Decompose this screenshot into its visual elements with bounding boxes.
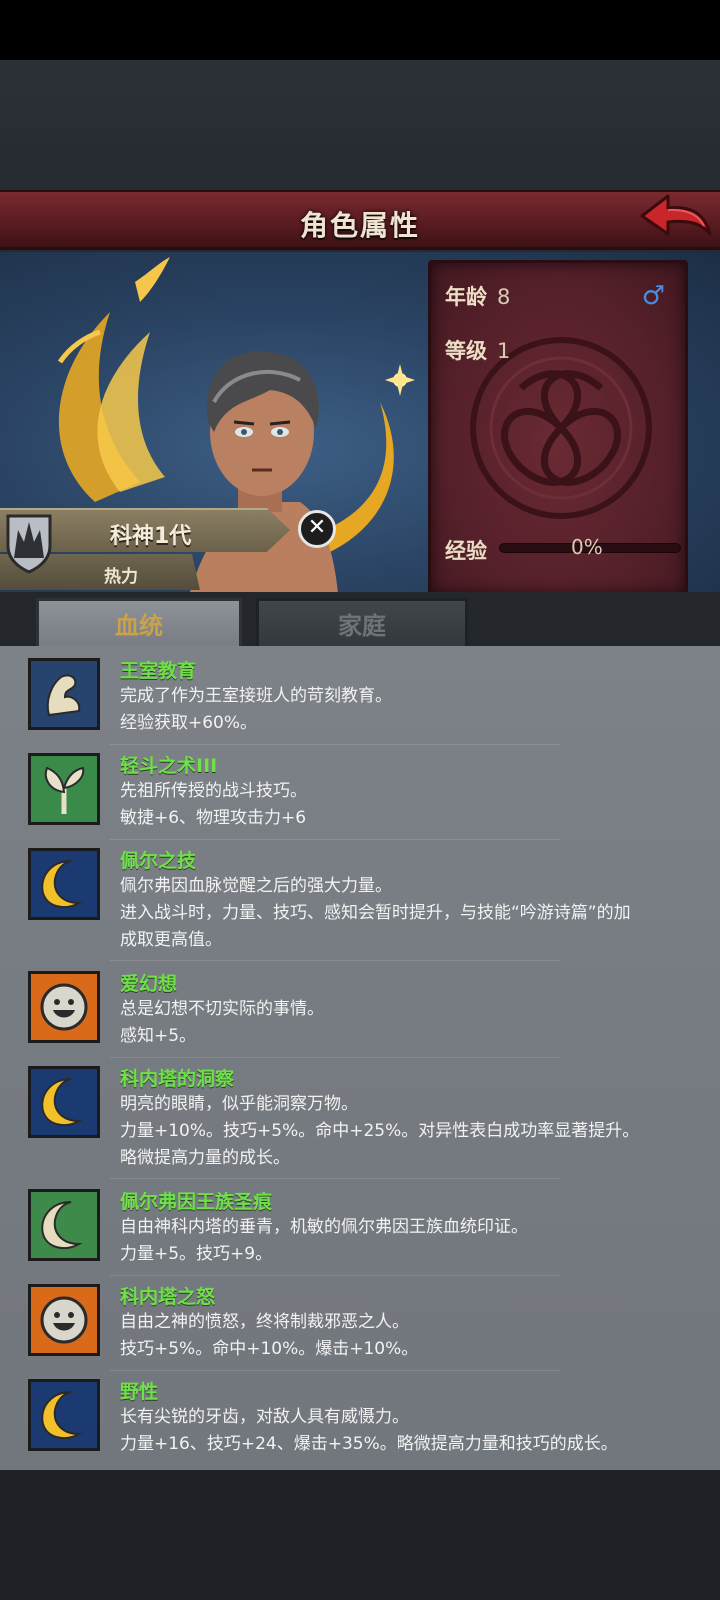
- trait-line: 长有尖锐的牙齿，对敌人具有威慑力。: [120, 1407, 409, 1427]
- trait-description: 自由神科内塔的垂青，机敏的佩尔弗因王族血统印证。 力量+5。技巧+9。: [120, 1214, 690, 1268]
- back-button[interactable]: [638, 190, 714, 244]
- trait-name: 爱幻想: [120, 973, 178, 995]
- trait-line: 进入战斗时，力量、技巧、感知会暂时提升，与技能“吟游诗篇”的加: [120, 903, 631, 923]
- character-name: 科神1代: [110, 524, 192, 549]
- stats-panel: 年龄 8 ♂ 等级 1 经验 0%: [428, 260, 688, 596]
- trait-description: 先祖所传授的战斗技巧。 敏捷+6、物理攻击力+6: [120, 778, 690, 832]
- trait-line: 力量+5。技巧+9。: [120, 1244, 273, 1264]
- trait-name: 科内塔的洞察: [120, 1068, 235, 1090]
- trait-line: 自由之神的愤怒，终将制裁邪恶之人。: [120, 1312, 409, 1332]
- navigation-bar: [0, 1470, 720, 1600]
- trait-description: 明亮的眼睛，似乎能洞察万物。 力量+10%。技巧+5%。命中+25%。对异性表白…: [120, 1091, 690, 1172]
- trait-description: 总是幻想不切实际的事情。 感知+5。: [120, 996, 690, 1050]
- age-label: 年龄: [445, 285, 487, 309]
- trait-name: 佩尔弗因王族圣痕: [120, 1191, 273, 1213]
- trait-description: 自由之神的愤怒，终将制裁邪恶之人。 技巧+5%。命中+10%。爆击+10%。: [120, 1309, 690, 1363]
- trait-line: 明亮的眼睛，似乎能洞察万物。: [120, 1094, 358, 1114]
- clan-shield-icon: [4, 512, 54, 574]
- page-title: 角色属性: [299, 209, 420, 242]
- tab-bloodline[interactable]: 血统: [36, 598, 242, 648]
- divider: [110, 744, 560, 745]
- smiley-face-icon: [28, 971, 100, 1043]
- trait-name: 科内塔之怒: [120, 1286, 216, 1308]
- crescent-moon-icon: [28, 1379, 100, 1451]
- trait-line: 总是幻想不切实际的事情。: [120, 999, 324, 1019]
- trait-name: 轻斗之术III: [120, 755, 218, 777]
- trait-line: 成取更高值。: [120, 930, 222, 950]
- divider: [110, 1057, 560, 1058]
- divider: [110, 1275, 560, 1276]
- trait-line: 力量+16、技巧+24、爆击+35%。略微提高力量和技巧的成长。: [120, 1434, 618, 1454]
- smiley-face-icon: [28, 1284, 100, 1356]
- back-arrow-icon: [640, 194, 712, 236]
- divider: [110, 839, 560, 840]
- sprout-icon: [28, 753, 100, 825]
- trait-line: 感知+5。: [120, 1026, 197, 1046]
- trait-line: 完成了作为王室接班人的苛刻教育。: [120, 686, 392, 706]
- exp-label: 经验: [445, 539, 487, 563]
- crescent-moon-icon: [28, 1066, 100, 1138]
- divider: [110, 960, 560, 961]
- close-button[interactable]: ✕: [298, 510, 336, 548]
- trait-line: 自由神科内塔的垂青，机敏的佩尔弗因王族血统印证。: [120, 1217, 528, 1237]
- header-bar: 角色属性: [0, 190, 720, 250]
- trait-description: 完成了作为王室接班人的苛刻教育。 经验获取+60%。: [120, 683, 690, 737]
- age-row: 年龄 8: [445, 281, 510, 311]
- trait-line: 佩尔弗因血脉觉醒之后的强大力量。: [120, 876, 392, 896]
- crescent-moon-icon: [28, 848, 100, 920]
- level-label: 等级: [445, 339, 487, 363]
- trait-line: 略微提高力量的成长。: [120, 1148, 290, 1168]
- trait-line: 敏捷+6、物理攻击力+6: [120, 808, 307, 828]
- arm-muscle-icon: [28, 658, 100, 730]
- trait-line: 力量+10%。技巧+5%。命中+25%。对异性表白成功率显著提升。: [120, 1121, 640, 1141]
- age-value: 8: [497, 285, 511, 309]
- trait-description: 佩尔弗因血脉觉醒之后的强大力量。 进入战斗时，力量、技巧、感知会暂时提升，与技能…: [120, 873, 690, 954]
- trait-line: 技巧+5%。命中+10%。爆击+10%。: [120, 1339, 419, 1359]
- character-status: 热力: [104, 567, 138, 587]
- divider: [110, 1370, 560, 1371]
- trait-name: 佩尔之技: [120, 850, 197, 872]
- trait-list[interactable]: 王室教育 完成了作为王室接班人的苛刻教育。 经验获取+60%。 轻斗之术III …: [0, 646, 720, 1470]
- white-crescent-icon: [28, 1189, 100, 1261]
- divider: [110, 1178, 560, 1179]
- close-icon: ✕: [307, 515, 327, 540]
- exp-value: 0%: [571, 535, 603, 559]
- level-row: 等级 1: [445, 335, 510, 365]
- status-bar: [0, 0, 720, 60]
- trait-description: 长有尖锐的牙齿，对敌人具有威慑力。 力量+16、技巧+24、爆击+35%。略微提…: [120, 1404, 690, 1458]
- tab-family[interactable]: 家庭: [256, 598, 468, 648]
- level-value: 1: [497, 339, 511, 363]
- male-gender-icon: ♂: [641, 281, 665, 311]
- trait-name: 王室教育: [120, 660, 197, 682]
- trait-name: 野性: [120, 1381, 159, 1403]
- trait-line: 先祖所传授的战斗技巧。: [120, 781, 307, 801]
- trait-line: 经验获取+60%。: [120, 713, 258, 733]
